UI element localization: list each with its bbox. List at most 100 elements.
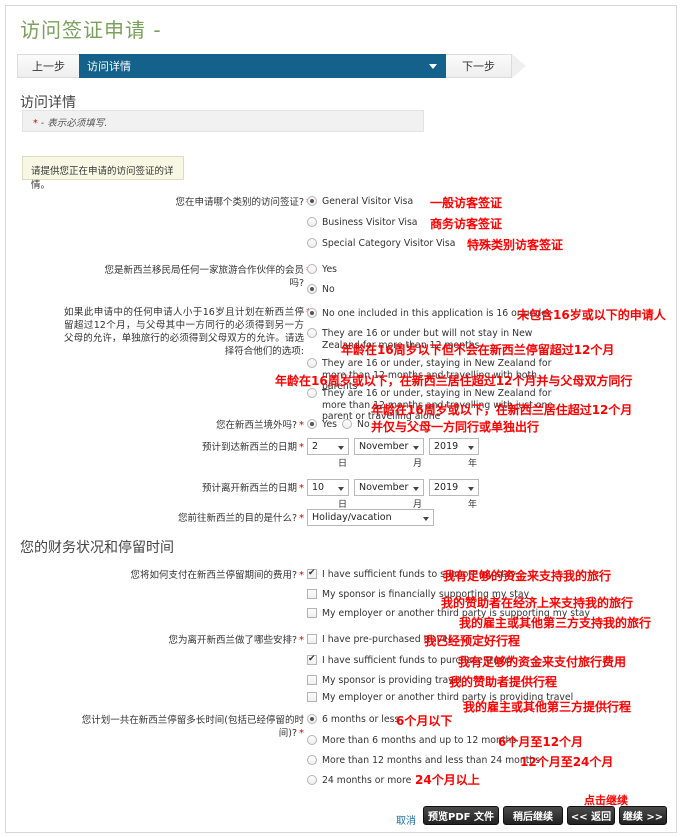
annotation-6-to-12-months: 6个月至12个月 (498, 735, 584, 749)
question-text: 您是新西兰移民局任何一家旅游合作伙伴的会员吗? (104, 265, 304, 289)
arrival-year-value: 2019 (434, 441, 459, 452)
question-label-total-stay-duration: 您计划一共在新西兰停留多长时间(包括已经停留的时间)? * (74, 714, 304, 740)
radio-option-general-visitor-visa[interactable]: General Visitor Visa (307, 196, 413, 208)
option-label: My sponsor is providing travel (322, 675, 462, 686)
departure-day-select[interactable]: 10 (307, 479, 349, 496)
annotation-under-16-one-parent-line1: 年龄在16周岁或以下，在新西兰居住超过12个月 (371, 403, 633, 417)
next-step-button[interactable]: 下一步 (446, 54, 512, 78)
option-label: Yes (322, 419, 338, 430)
radio-icon[interactable] (307, 388, 317, 398)
radio-icon[interactable] (307, 358, 317, 368)
option-label: No (322, 284, 335, 295)
option-label: No (357, 419, 370, 430)
question-text: 您将如何支付在新西兰停留期间的费用? (130, 570, 297, 581)
radio-option-partner-no[interactable]: No (307, 284, 335, 296)
question-text: 预计离开新西兰的日期 (201, 483, 297, 494)
annotation-employer-providing-travel: 我的雇主或其他第三方提供行程 (463, 700, 632, 714)
question-label-travel-partner-member: 您是新西兰移民局任何一家旅游合作伙伴的会员吗?* (104, 264, 311, 290)
option-label: Special Category Visitor Visa (322, 238, 456, 249)
chevron-down-icon (468, 445, 474, 450)
radio-option-no-one-under-16[interactable]: No one included in this application is 1… (307, 308, 551, 320)
question-label-arrival-date: 预计到达新西兰的日期 * (184, 441, 304, 454)
chevron-down-icon (413, 445, 419, 450)
question-text: 您计划一共在新西兰停留多长时间(包括已经停留的时间)? (81, 715, 304, 739)
cancel-link[interactable]: 取消 (396, 812, 416, 827)
checkbox-icon[interactable] (307, 675, 317, 685)
checkbox-icon[interactable] (307, 589, 317, 599)
checkbox-icon[interactable] (307, 653, 317, 665)
radio-option-6-months-or-less[interactable]: 6 months or less (307, 714, 399, 726)
chevron-down-icon (338, 445, 344, 450)
radio-icon[interactable] (307, 196, 317, 206)
annotation-24-months-or-more: 24个月以上 (415, 773, 480, 787)
required-star-icon: * (33, 118, 38, 129)
arrival-day-unit: 日 (338, 459, 348, 469)
annotation-sufficient-funds-stay: 我有足够的资金来支持我的旅行 (443, 569, 612, 583)
checkbox-option-sponsor-providing-travel[interactable]: My sponsor is providing travel (307, 675, 462, 687)
radio-option-outside-nz-yes[interactable]: Yes (307, 419, 337, 431)
radio-icon[interactable] (307, 217, 317, 227)
departure-year-select[interactable]: 2019 (429, 479, 479, 496)
chevron-down-icon (468, 486, 474, 491)
radio-icon[interactable] (307, 264, 317, 274)
radio-option-business-visitor-visa[interactable]: Business Visitor Visa (307, 217, 418, 229)
question-text: 您前往新西兰的目的是什么? (177, 513, 297, 524)
arrival-year-select[interactable]: 2019 (429, 438, 479, 455)
arrival-day-select[interactable]: 2 (307, 438, 349, 455)
departure-day-value: 10 (312, 482, 325, 493)
radio-option-12-to-24-months[interactable]: More than 12 months and less than 24 mon… (307, 755, 540, 767)
radio-option-24-months-or-more[interactable]: 24 months or more (307, 775, 411, 787)
annotation-employer-supporting: 我的雇主或其他第三方支持我的旅行 (459, 616, 652, 630)
radio-icon[interactable] (342, 419, 352, 429)
radio-icon[interactable] (307, 308, 317, 318)
radio-icon[interactable] (307, 775, 317, 785)
purpose-select[interactable]: Holiday/vacation (307, 509, 434, 526)
form-actions: 取消 预览PDF 文件 稍后继续 << 返回 继续 >> (6, 801, 676, 834)
annotation-under-16-both-parents: 年龄在16周岁或以下，在新西兰居住超过12个月并与父母双方同行 (275, 374, 633, 388)
step-dropdown-label: 访问详情 (87, 60, 131, 73)
chevron-down-icon (423, 516, 429, 521)
question-text: 您为离开新西兰做了哪些安排? (168, 635, 297, 646)
departure-month-value: November (359, 482, 409, 493)
radio-icon[interactable] (307, 238, 317, 248)
checkbox-icon[interactable] (307, 567, 317, 579)
annotation-general-visitor-visa: 一般访客签证 (430, 196, 503, 210)
checkbox-icon[interactable] (307, 634, 317, 644)
back-button[interactable]: << 返回 (567, 806, 615, 825)
annotation-6-months-or-less: 6个月以下 (396, 714, 453, 728)
radio-icon[interactable] (307, 755, 317, 765)
radio-option-partner-yes[interactable]: Yes (307, 264, 337, 276)
radio-option-6-to-12-months[interactable]: More than 6 months and up to 12 months (307, 735, 516, 747)
radio-icon[interactable] (307, 714, 317, 724)
option-label: More than 12 months and less than 24 mon… (322, 755, 541, 766)
question-text: 您在新西兰境外吗? (215, 420, 297, 431)
chevron-down-icon (413, 486, 419, 491)
annotation-business-visitor-visa: 商务访客签证 (430, 217, 503, 231)
radio-icon[interactable] (307, 284, 317, 294)
previous-step-button[interactable]: 上一步 (17, 54, 79, 78)
radio-option-outside-nz-no[interactable]: No (342, 419, 370, 431)
checkbox-icon[interactable] (307, 692, 317, 702)
radio-icon[interactable] (307, 419, 317, 429)
radio-icon[interactable] (307, 735, 317, 745)
checkbox-icon[interactable] (307, 608, 317, 618)
required-star-icon: * (299, 728, 304, 739)
annotation-12-to-24-months: 12个月至24个月 (520, 755, 614, 769)
departure-year-value: 2019 (434, 482, 459, 493)
preview-pdf-button[interactable]: 预览PDF 文件 (423, 806, 499, 825)
arrival-month-select[interactable]: November (354, 438, 424, 455)
arrival-day-value: 2 (312, 441, 319, 452)
step-dropdown[interactable]: 访问详情 (79, 54, 446, 78)
radio-icon[interactable] (307, 328, 317, 338)
required-star-icon: * (299, 570, 304, 581)
radio-option-special-category-visitor-visa[interactable]: Special Category Visitor Visa (307, 238, 455, 250)
required-star-icon: * (299, 442, 304, 453)
question-label-visa-category: 您在申请哪个类别的访问签证?* (170, 196, 311, 209)
next-button[interactable]: 继续 >> (619, 806, 667, 825)
page-title: 访问签证申请 - (20, 18, 162, 42)
option-label: Business Visitor Visa (322, 217, 418, 228)
continue-later-button[interactable]: 稍后继续 (503, 806, 563, 825)
annotation-no-one-under-16: 未包含16岁或以下的申请人 (517, 308, 666, 322)
question-label-departure-date: 预计离开新西兰的日期 * (184, 482, 304, 495)
departure-month-select[interactable]: November (354, 479, 424, 496)
